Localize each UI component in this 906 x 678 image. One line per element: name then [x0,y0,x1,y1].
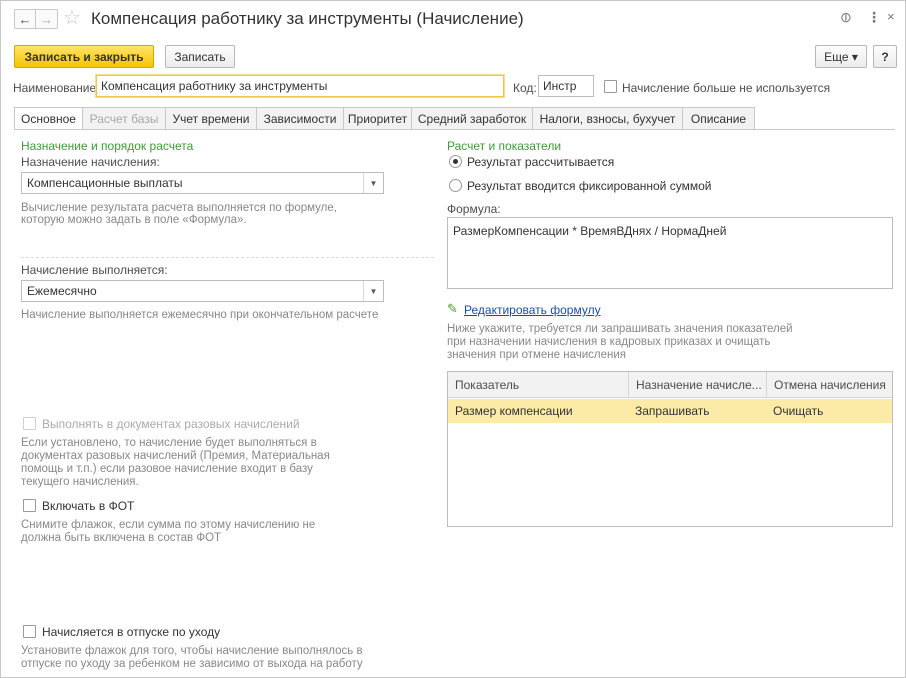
radio-calculated[interactable] [449,155,462,168]
onetime-label: Выполнять в документах разовых начислени… [42,417,300,431]
leave-hint-line-2: отпуске по уходу за ребенком не зависимо… [21,658,363,670]
column-header-indicator[interactable]: Показатель [448,372,628,398]
indicators-hint-line-3: значения при отмене начисления [447,349,627,361]
forward-arrow-icon[interactable]: → [36,9,58,29]
table-row[interactable]: Размер компенсации Запрашивать Очищать [448,399,892,423]
onetime-hint-line-4: текущего начисления. [21,476,139,488]
table-cell: Очищать [773,404,824,418]
more-vertical-icon[interactable]: ⋮ [867,9,881,26]
tab-description[interactable]: Описание [682,107,755,129]
help-button[interactable]: ? [873,45,897,68]
dropdown-arrow-icon[interactable]: ▼ [363,173,383,193]
not-used-checkbox[interactable] [604,80,617,93]
tab-dependencies[interactable]: Зависимости [256,107,344,129]
back-arrow-icon[interactable]: ← [14,9,36,29]
calc-section-title: Расчет и показатели [447,139,562,153]
leave-label: Начисляется в отпуске по уходу [42,625,221,639]
column-header-assignment[interactable]: Назначение начисле... [628,372,766,398]
edit-formula-link[interactable]: Редактировать формулу [464,303,601,317]
name-field[interactable]: Компенсация работнику за инструменты [96,75,504,97]
fot-checkbox[interactable] [23,499,36,512]
purpose-label: Назначение начисления: [21,155,160,169]
indicators-hint-line-1: Ниже укажите, требуется ли запрашивать з… [447,323,793,335]
leave-hint-line-1: Установите флажок для того, чтобы начисл… [21,645,363,657]
performed-select[interactable]: Ежемесячно ▼ [21,280,384,302]
tab-priority[interactable]: Приоритет [343,107,412,129]
radio-fixed[interactable] [449,179,462,192]
indicators-hint-line-2: при назначении начисления в кадровых при… [447,336,771,348]
onetime-hint-line-3: помощь и т.п.) если разовое начисление в… [21,463,313,475]
performed-label: Начисление выполняется: [21,263,168,277]
link-icon[interactable]: ⊘ [836,7,856,27]
tab-main[interactable]: Основное [14,107,83,130]
tab-time-accounting[interactable]: Учет времени [165,107,257,129]
purpose-hint-line-2: которую можно задать в поле «Формула». [21,214,247,226]
title-bar: ← → ☆ Компенсация работнику за инструмен… [1,1,905,37]
code-field[interactable]: Инстр [538,75,594,97]
purpose-section-title: Назначение и порядок расчета [21,139,194,153]
performed-hint: Начисление выполняется ежемесячно при ок… [21,309,379,321]
leave-checkbox[interactable] [23,625,36,638]
fot-hint-line-1: Снимите флажок, если сумма по этому начи… [21,519,316,531]
name-label: Наименование: [13,81,100,95]
onetime-hint-line-1: Если установлено, то начисление будет вы… [21,437,317,449]
page-title: Компенсация работнику за инструменты (На… [91,9,524,28]
fot-hint-line-2: должна быть включена в состав ФОТ [21,532,222,544]
formula-label: Формула: [447,202,501,216]
purpose-value: Компенсационные выплаты [27,176,183,190]
table-cell: Запрашивать [635,404,710,418]
tab-base-calculation[interactable]: Расчет базы [82,107,166,129]
table-cell: Размер компенсации [455,404,573,418]
section-divider [21,257,434,258]
save-button[interactable]: Записать [165,45,235,68]
radio-calculated-label: Результат рассчитывается [467,155,615,169]
save-and-close-button[interactable]: Записать и закрыть [14,45,154,68]
close-icon[interactable]: × [887,9,895,24]
column-header-cancel[interactable]: Отмена начисления [766,372,892,398]
purpose-select[interactable]: Компенсационные выплаты ▼ [21,172,384,194]
radio-fixed-label: Результат вводится фиксированной суммой [467,179,712,193]
favorite-star-icon[interactable]: ☆ [63,6,81,30]
pencil-icon[interactable]: ✎ [447,301,458,317]
dropdown-arrow-icon[interactable]: ▼ [363,281,383,301]
formula-field[interactable]: РазмерКомпенсации * ВремяВДнях / НормаДн… [447,217,893,289]
tab-taxes-accounting[interactable]: Налоги, взносы, бухучет [532,107,683,129]
code-label: Код: [513,81,537,95]
fot-label: Включать в ФОТ [42,499,135,513]
more-menu-button[interactable]: Еще ▾ [815,45,867,68]
table-header: Показатель Назначение начисле... Отмена … [448,372,892,398]
form-window: ← → ☆ Компенсация работнику за инструмен… [0,0,906,678]
onetime-checkbox[interactable] [23,417,36,430]
onetime-hint-line-2: документах разовых начислений (Премия, М… [21,450,330,462]
tab-divider [14,129,895,130]
not-used-label: Начисление больше не используется [622,81,831,95]
tab-average-earnings[interactable]: Средний заработок [411,107,533,129]
indicators-table: Показатель Назначение начисле... Отмена … [447,371,893,527]
performed-value: Ежемесячно [27,284,97,298]
